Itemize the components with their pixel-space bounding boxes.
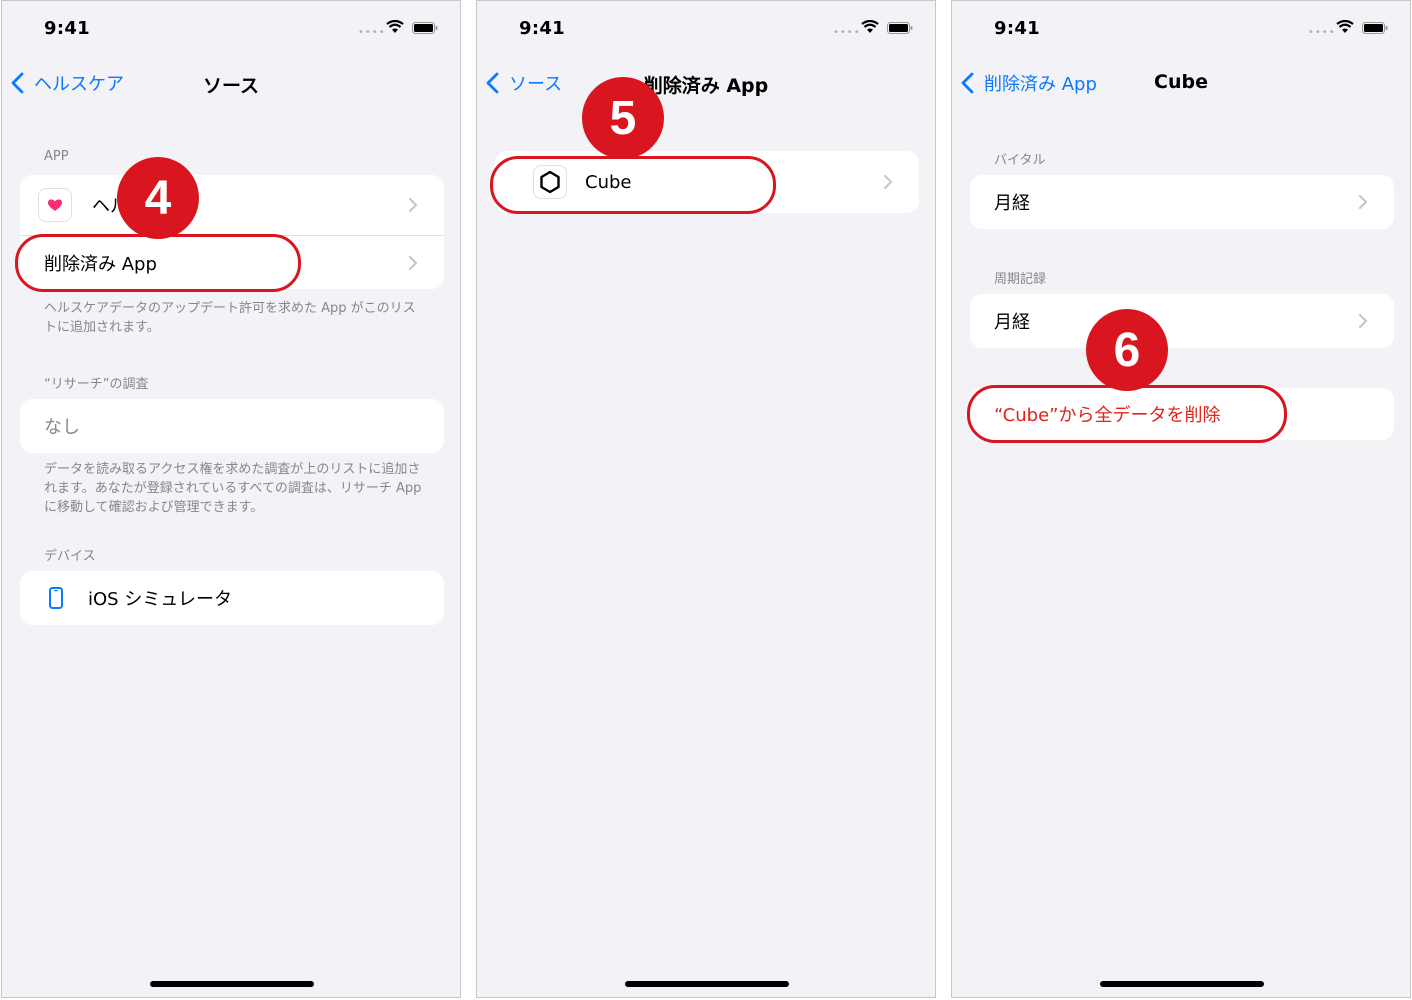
delete-label: “Cube”から全データを削除 <box>994 405 1221 426</box>
health-app-icon <box>38 188 72 222</box>
battery-icon <box>887 22 913 34</box>
section-footer-app: ヘルスケアデータのアップデート許可を求めた App がこのリストに追加されます。 <box>44 301 416 335</box>
page-title: 削除済み App <box>643 75 769 97</box>
signal-icon: •••• <box>833 27 861 38</box>
delete-all-data-button[interactable]: “Cube”から全データを削除 <box>970 388 1394 440</box>
chevron-right-icon <box>1359 314 1368 328</box>
screen-cube: 9:41 •••• 削除済み App Cube バイタル 月経 周期記録 月経 … <box>951 0 1411 998</box>
list-item-label: 削除済み App <box>44 253 157 275</box>
device-list: iOS シミュレータ <box>20 571 444 625</box>
iphone-icon <box>49 587 63 609</box>
page-title: Cube <box>1154 71 1208 93</box>
chevron-right-icon <box>409 256 418 270</box>
home-indicator <box>150 981 314 987</box>
wifi-icon <box>861 20 879 33</box>
list-item-health[interactable]: ヘル <box>20 175 444 235</box>
vitals-list: 月経 <box>970 175 1394 229</box>
screen-deleted-apps: 9:41 •••• ソース 削除済み App Cube 5 <box>476 0 936 998</box>
heart-icon <box>47 199 63 211</box>
battery-icon <box>1362 22 1388 34</box>
screen-sources: 9:41 •••• ヘルスケア ソース APP ヘル 削除済み App ヘルスケ… <box>1 0 461 998</box>
section-header-vitals: バイタル <box>994 153 1046 168</box>
list-item-deleted-apps[interactable]: 削除済み App <box>20 235 444 289</box>
list-item-label: 月経 <box>994 312 1030 333</box>
cube-app-icon <box>533 165 567 199</box>
section-header-devices: デバイス <box>44 549 96 564</box>
cycle-list: 月経 <box>970 294 1394 348</box>
list-item-label: iOS シミュレータ <box>88 589 232 610</box>
list-item-menstruation[interactable]: 月経 <box>970 175 1394 229</box>
list-item-label: Cube <box>585 171 632 193</box>
section-footer-research: データを読み取るアクセス権を求めた調査が上のリストに追加されます。あなたが登録さ… <box>44 462 422 515</box>
deleted-app-list: Cube <box>495 151 919 213</box>
step-badge: 6 <box>1086 309 1168 391</box>
list-item-cube[interactable]: Cube <box>495 151 919 213</box>
list-item-menstruation[interactable]: 月経 <box>970 294 1394 348</box>
section-header-cycle: 周期記録 <box>994 272 1047 287</box>
list-item-label: なし <box>44 417 80 438</box>
signal-icon: •••• <box>358 27 386 38</box>
step-badge: 5 <box>582 77 664 159</box>
chevron-right-icon <box>409 198 418 212</box>
wifi-icon <box>1336 20 1354 33</box>
section-header-research: “リサーチ”の調査 <box>44 377 149 392</box>
status-time: 9:41 <box>994 18 1040 39</box>
status-time: 9:41 <box>44 18 90 39</box>
list-item-device[interactable]: iOS シミュレータ <box>20 571 444 625</box>
chevron-right-icon <box>884 175 893 189</box>
battery-icon <box>412 22 438 34</box>
status-time: 9:41 <box>519 18 565 39</box>
research-list: なし <box>20 399 444 453</box>
step-badge: 4 <box>117 157 199 239</box>
signal-icon: •••• <box>1308 27 1336 38</box>
delete-group: “Cube”から全データを削除 <box>970 388 1394 440</box>
chevron-right-icon <box>1359 195 1368 209</box>
app-list: ヘル 削除済み App <box>20 175 444 289</box>
section-header-app: APP <box>44 149 69 164</box>
hexagon-icon <box>540 170 560 194</box>
home-indicator <box>625 981 789 987</box>
home-indicator <box>1100 981 1264 987</box>
page-title: ソース <box>202 75 260 97</box>
list-item-label: 月経 <box>994 193 1030 214</box>
list-item-none: なし <box>20 399 444 453</box>
wifi-icon <box>386 20 404 33</box>
